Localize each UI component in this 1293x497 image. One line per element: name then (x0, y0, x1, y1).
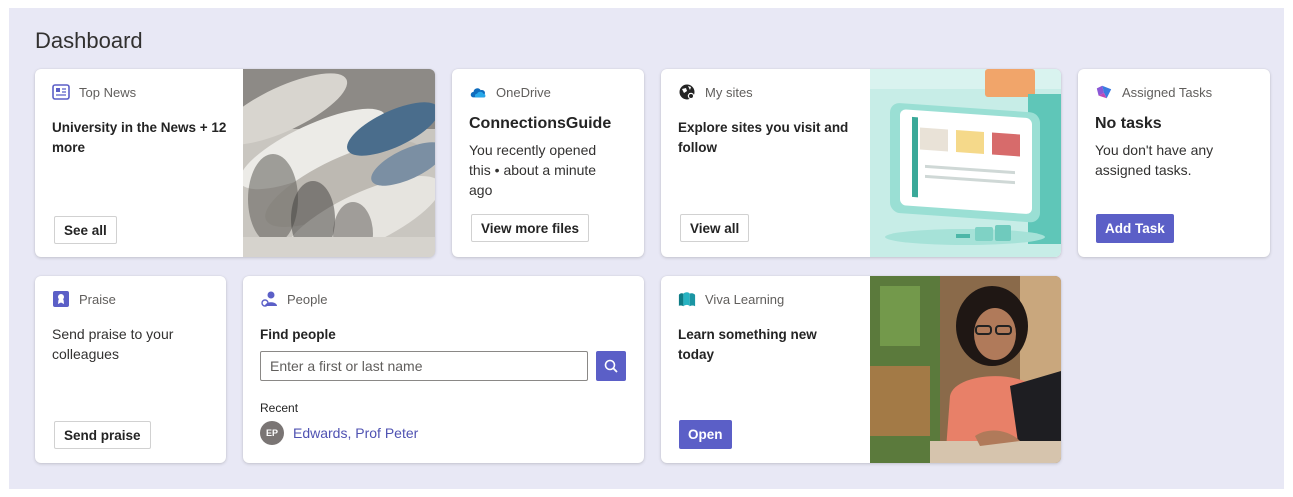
praise-description: Send praise to your colleagues (52, 326, 174, 362)
viva-learning-card: Viva Learning Learn something new today … (661, 276, 1061, 463)
people-search-button[interactable] (596, 351, 626, 381)
viva-learning-title[interactable]: Learn something new today (678, 325, 843, 365)
onedrive-description: You recently opened this • about a minut… (469, 142, 597, 198)
viva-learning-header: Viva Learning (678, 290, 784, 308)
assigned-tasks-card: Assigned Tasks No tasks You don't have a… (1078, 69, 1270, 257)
onedrive-header: OneDrive (469, 83, 551, 101)
onedrive-card: OneDrive ConnectionsGuide You recently o… (452, 69, 644, 257)
onedrive-file-title[interactable]: ConnectionsGuide (469, 115, 611, 133)
book-icon (678, 290, 696, 308)
my-sites-card: My sites Explore sites you visit and fol… (661, 69, 1061, 257)
person-link[interactable]: Edwards, Prof Peter (293, 425, 418, 441)
tasks-description: You don't have any assigned tasks. (1095, 142, 1214, 178)
assigned-tasks-header: Assigned Tasks (1095, 83, 1212, 101)
card-header-label: Assigned Tasks (1122, 84, 1213, 100)
news-icon (52, 83, 70, 101)
globe-icon (678, 83, 696, 101)
card-header-label: Praise (79, 291, 116, 307)
card-header-label: People (287, 291, 328, 307)
top-news-card: Top News University in the News + 12 mor… (35, 69, 435, 257)
planner-icon (1095, 83, 1113, 101)
my-sites-header: My sites (678, 83, 753, 101)
see-all-button[interactable]: See all (54, 216, 117, 244)
dashboard-canvas: Dashboard Top News University in the New… (9, 8, 1284, 489)
people-icon (260, 290, 278, 308)
recent-label: Recent (260, 401, 299, 415)
view-more-files-button[interactable]: View more files (471, 214, 590, 242)
add-task-button[interactable]: Add Task (1096, 214, 1174, 243)
search-icon (604, 359, 618, 373)
card-header-label: OneDrive (496, 84, 551, 100)
sites-illustration (870, 69, 1061, 257)
learning-photo (870, 276, 1061, 463)
cloud-icon (469, 83, 487, 101)
people-card: People Find people Recent EP Edwards, Pr… (243, 276, 644, 463)
people-header: People (260, 290, 327, 308)
my-sites-title[interactable]: Explore sites you visit and follow (678, 118, 863, 158)
avatar: EP (260, 421, 284, 445)
recent-person[interactable]: EP Edwards, Prof Peter (260, 421, 418, 445)
people-search-input[interactable] (260, 351, 588, 381)
badge-icon (52, 290, 70, 308)
top-news-header: Top News (52, 83, 136, 101)
send-praise-button[interactable]: Send praise (54, 421, 151, 449)
open-button[interactable]: Open (679, 420, 732, 449)
people-search-row (260, 351, 626, 381)
card-header-label: Top News (79, 84, 137, 100)
find-people-title: Find people (260, 327, 336, 342)
praise-card: Praise Send praise to your colleagues Se… (35, 276, 226, 463)
card-header-label: My sites (705, 84, 753, 100)
top-news-title[interactable]: University in the News + 12 more (52, 118, 227, 158)
tasks-status-title: No tasks (1095, 115, 1162, 132)
view-all-button[interactable]: View all (680, 214, 750, 242)
newspapers-image (243, 69, 435, 257)
card-header-label: Viva Learning (705, 291, 785, 307)
praise-header: Praise (52, 290, 116, 308)
page-title: Dashboard (35, 28, 143, 53)
